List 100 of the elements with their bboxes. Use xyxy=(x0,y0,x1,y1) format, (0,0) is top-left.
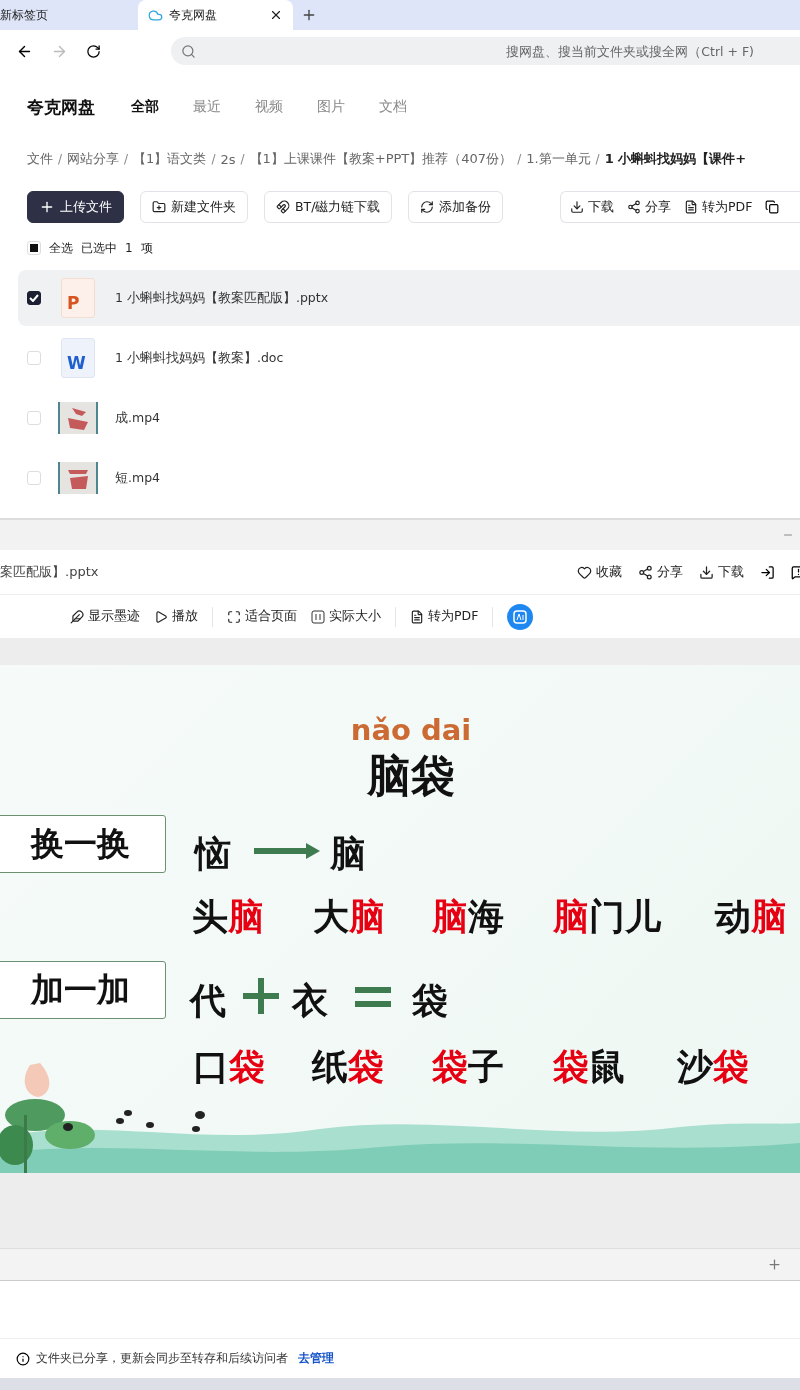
file-action-button[interactable]: 转为PDF xyxy=(684,198,753,216)
file-checkbox[interactable] xyxy=(27,291,41,305)
preview-action-button[interactable]: 下载 xyxy=(699,563,744,581)
preview-title: 案匹配版】.pptx xyxy=(0,563,100,581)
slide-word: 脑门儿 xyxy=(553,894,661,939)
file-row[interactable]: W 1 小蝌蚪找妈妈【教案】.doc xyxy=(18,330,800,386)
separator: / xyxy=(595,152,600,166)
sidebar-icon[interactable] xyxy=(760,564,775,580)
preview-action-button[interactable]: 分享 xyxy=(638,563,683,581)
slide-word: 动脑 xyxy=(715,894,787,939)
plus-drawing xyxy=(243,978,279,1014)
separator: / xyxy=(211,152,216,166)
separator: / xyxy=(58,152,63,166)
select-all-checkbox[interactable] xyxy=(27,241,41,255)
breadcrumb-link[interactable]: 1.第一单元 xyxy=(526,150,591,168)
word-file-icon: W xyxy=(61,338,95,378)
toolbar-button[interactable]: 新建文件夹 xyxy=(140,191,248,223)
slide-character: 脑 xyxy=(330,831,366,876)
slide-word: 袋鼠 xyxy=(553,1044,625,1089)
breadcrumb-link[interactable]: 文件 xyxy=(27,150,53,168)
slide-word: 纸袋 xyxy=(312,1044,384,1089)
nav-tab[interactable]: 文档 xyxy=(379,98,407,116)
nav-tab[interactable]: 图片 xyxy=(317,98,345,116)
magnet-icon xyxy=(276,200,290,214)
file-name: 1 小蝌蚪找妈妈【教案匹配版】.pptx xyxy=(115,289,329,307)
scroll-label: 加一加 xyxy=(0,961,166,1019)
slide-word: 袋子 xyxy=(432,1044,504,1089)
slide-character: 代 xyxy=(190,978,226,1023)
scroll-label: 换一换 xyxy=(0,815,166,873)
slide-word: 大脑 xyxy=(313,894,385,939)
new-tab-icon[interactable] xyxy=(301,7,317,23)
heart-icon xyxy=(577,564,592,580)
share-icon xyxy=(627,200,641,214)
download-icon xyxy=(699,564,714,580)
file-row[interactable]: P 1 小蝌蚪找妈妈【教案匹配版】.pptx xyxy=(18,270,800,326)
equals-drawing xyxy=(355,987,391,1007)
arrow-drawing xyxy=(254,843,320,859)
feather-icon xyxy=(70,609,84,624)
file-row[interactable]: 成.mp4 xyxy=(18,390,800,446)
browser-tab[interactable]: 新标签页 xyxy=(0,0,138,30)
ai-assistant-button[interactable] xyxy=(507,603,534,630)
viewer-tool-button[interactable]: 实际大小 xyxy=(311,608,381,625)
app-title: 夸克网盘 xyxy=(27,95,95,119)
zoom-in-icon[interactable] xyxy=(767,1257,782,1272)
slide-word: 脑海 xyxy=(432,894,504,939)
file-name: 短.mp4 xyxy=(115,469,161,487)
slide-heading: 脑袋 xyxy=(366,749,456,803)
breadcrumb-link[interactable]: 网站分享 xyxy=(67,150,120,168)
selected-count: 1 xyxy=(125,241,133,255)
info-icon xyxy=(16,1351,30,1366)
viewer-tool-button[interactable]: 播放 xyxy=(154,608,198,625)
nav-tab[interactable]: 全部 xyxy=(131,98,159,116)
select-all-label: 全选 xyxy=(49,239,73,257)
document-icon xyxy=(410,609,424,624)
toolbar-button[interactable]: BT/磁力链下载 xyxy=(264,191,393,223)
slide-word: 口袋 xyxy=(193,1044,265,1089)
unit-label: 项 xyxy=(140,239,153,257)
search-field[interactable]: 搜网盘、搜当前文件夹或搜全网（Ctrl + F) xyxy=(171,37,800,65)
selected-label: 已选中 xyxy=(81,239,117,257)
slide-character: 恼 xyxy=(195,831,231,876)
cloud-icon xyxy=(148,7,163,23)
slide-character: 衣 xyxy=(292,978,328,1023)
share-icon xyxy=(638,564,653,580)
separator: / xyxy=(240,152,245,166)
breadcrumb-link[interactable]: 【1】语文类 xyxy=(133,150,207,168)
manage-link[interactable]: 去管理 xyxy=(298,1351,334,1366)
file-row[interactable]: 短.mp4 xyxy=(18,450,800,506)
file-name: 成.mp4 xyxy=(115,409,161,427)
slide-word: 头脑 xyxy=(192,894,264,939)
refresh-icon xyxy=(420,200,435,214)
copy-icon[interactable] xyxy=(765,200,780,214)
toolbar-button[interactable]: 添加备份 xyxy=(408,191,504,223)
search-icon xyxy=(181,44,196,59)
powerpoint-file-icon: P xyxy=(61,278,95,318)
viewer-tool-button[interactable]: 适合页面 xyxy=(227,608,297,625)
reload-icon[interactable] xyxy=(86,43,101,59)
separator: / xyxy=(517,152,522,166)
preview-action-button[interactable]: 收藏 xyxy=(577,563,622,581)
viewer-tool-button[interactable]: 转为PDF xyxy=(410,608,479,625)
file-action-button[interactable]: 分享 xyxy=(627,198,671,216)
nav-tab[interactable]: 最近 xyxy=(193,98,221,116)
viewer-tool-button[interactable]: 显示墨迹 xyxy=(70,608,140,625)
slide-word: 沙袋 xyxy=(677,1044,749,1089)
ai-icon xyxy=(513,609,528,624)
browser-tab[interactable]: 夸克网盘 xyxy=(138,0,293,30)
notice-text: 文件夹已分享，更新会同步至转存和后续访问者 xyxy=(36,1351,288,1366)
folder-plus-icon xyxy=(152,200,166,214)
download-icon xyxy=(570,200,584,214)
breadcrumb-link[interactable]: 【1】上课课件【教案+PPT】推荐（407份） xyxy=(249,150,513,168)
slide-pinyin: nǎo dai xyxy=(349,713,473,747)
slide-character: 袋 xyxy=(412,978,448,1023)
close-icon[interactable] xyxy=(269,8,283,22)
document-icon xyxy=(684,200,698,214)
file-name: 1 小蝌蚪找妈妈【教案】.doc xyxy=(115,349,284,367)
upload-button[interactable]: 上传文件 xyxy=(27,191,124,223)
file-action-button[interactable]: 下载 xyxy=(570,198,614,216)
nav-tab[interactable]: 视频 xyxy=(255,98,283,116)
plus-icon xyxy=(39,199,55,215)
play-icon xyxy=(154,609,168,624)
breadcrumb-link[interactable]: 2s xyxy=(220,151,236,167)
